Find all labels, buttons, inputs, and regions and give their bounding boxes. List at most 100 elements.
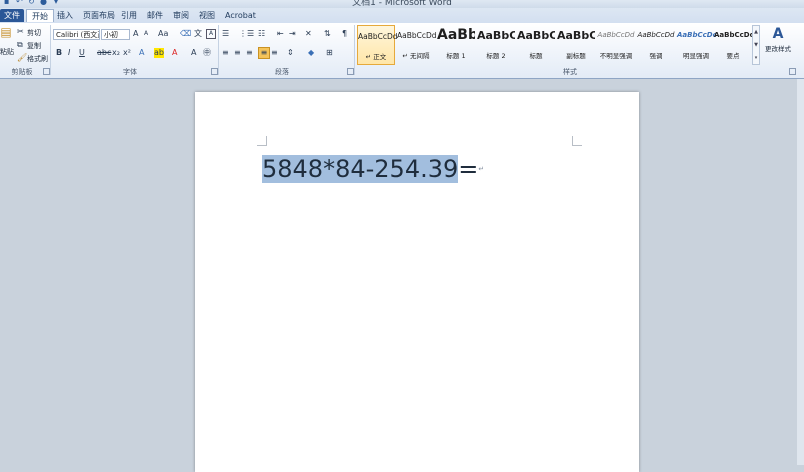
cut-button[interactable]: 剪切 — [27, 28, 41, 38]
style-name: 标题 2 — [486, 52, 506, 60]
shrink-font-icon[interactable]: A — [144, 29, 148, 39]
styles-launcher-icon[interactable] — [789, 68, 796, 75]
style-subtle-emphasis[interactable]: AaBbCcDd 不明显强调 — [597, 25, 635, 65]
format-painter-button[interactable]: 格式刷 — [27, 54, 48, 64]
clipboard-group-label: 剪贴板 — [11, 68, 33, 76]
decrease-indent-icon[interactable]: ⇤ — [277, 29, 284, 39]
document-page[interactable]: 5848*84-254.39=↵ — [195, 92, 639, 472]
style-name: 标题 1 — [446, 52, 466, 60]
paragraph-launcher-icon[interactable] — [347, 68, 354, 75]
superscript-icon[interactable]: x² — [123, 48, 131, 58]
style-name: 强调 — [649, 52, 663, 60]
tab-acrobat[interactable]: Acrobat — [220, 9, 261, 22]
font-size-combo[interactable]: 小初 — [101, 29, 130, 40]
clipboard-launcher-icon[interactable] — [43, 68, 50, 75]
window-title: 文档1 - Microsoft Word — [352, 0, 452, 8]
tab-insert[interactable]: 插入 — [52, 9, 78, 22]
subscript-icon[interactable]: x₂ — [112, 48, 120, 58]
tab-references[interactable]: 引用 — [116, 9, 142, 22]
styles-gallery: AaBbCcDd ↵ 正文 AaBbCcDd ↵ 无间隔 AaBb 标题 1 A… — [357, 25, 754, 65]
chinese-layout-icon[interactable]: ✕ — [305, 29, 312, 39]
underline-icon[interactable]: U — [79, 48, 85, 58]
multilevel-list-icon[interactable]: ☷ — [258, 29, 265, 39]
style-name: 标题 — [529, 52, 543, 60]
bold-icon[interactable]: B — [56, 48, 62, 58]
gallery-up-icon[interactable]: ▲ — [753, 26, 759, 39]
bullets-icon[interactable]: ☰ — [222, 29, 229, 39]
shading-icon[interactable]: ◆ — [308, 48, 314, 58]
style-preview: AaBbC — [557, 29, 595, 42]
cut-icon[interactable]: ✂ — [17, 27, 24, 37]
style-no-spacing[interactable]: AaBbCcDd ↵ 无间隔 — [397, 25, 437, 65]
numbering-icon[interactable]: ⋮☰ — [239, 29, 254, 39]
strikethrough-icon[interactable]: abc — [97, 48, 111, 58]
style-name: 副标题 — [566, 52, 586, 60]
char-shading-icon[interactable]: A — [191, 48, 196, 58]
style-strong[interactable]: AaBbCcDc 要点 — [714, 25, 754, 65]
font-color-icon[interactable]: A — [172, 48, 177, 58]
paste-icon[interactable]: ▤ — [0, 26, 12, 47]
align-center-icon[interactable]: ≡ — [234, 48, 241, 58]
borders-icon[interactable]: ⊞ — [326, 48, 333, 58]
style-emphasis[interactable]: AaBbCcDd 强调 — [637, 25, 675, 65]
style-intense-emphasis[interactable]: AaBbCcDc 明显强调 — [677, 25, 717, 65]
align-right-icon[interactable]: ≡ — [246, 48, 253, 58]
document-workspace: 5848*84-254.39=↵ — [0, 79, 804, 472]
gallery-down-icon[interactable]: ▼ — [753, 39, 759, 52]
tab-page-layout[interactable]: 页面布局 — [78, 9, 120, 22]
ribbon: ▤ 粘贴 ✂ 剪切 ⧉ 复制 🖌 格式刷 剪贴板 Calibri (西文正 小初… — [0, 23, 804, 79]
equals-text[interactable]: = — [458, 155, 478, 183]
distribute-icon[interactable]: ≡ — [271, 48, 278, 58]
copy-button[interactable]: 复制 — [27, 41, 41, 51]
style-title[interactable]: AaBbC 标题 — [517, 25, 555, 65]
tab-view[interactable]: 视图 — [194, 9, 220, 22]
style-name: ↵ 无间隔 — [402, 52, 430, 60]
gallery-more-icon[interactable]: ▾ — [753, 52, 759, 65]
style-heading-2[interactable]: AaBbC 标题 2 — [477, 25, 515, 65]
paste-button[interactable]: 粘贴 — [0, 47, 14, 57]
styles-group-label: 样式 — [563, 68, 577, 76]
style-preview: AaBb — [437, 27, 475, 43]
style-name: 不明显强调 — [599, 52, 633, 60]
phonetic-icon[interactable]: 文 — [194, 29, 202, 39]
align-left-icon[interactable]: ≡ — [222, 48, 229, 58]
style-normal[interactable]: AaBbCcDd ↵ 正文 — [357, 25, 398, 65]
copy-icon[interactable]: ⧉ — [17, 40, 23, 50]
enclose-char-icon[interactable]: ㊥ — [203, 48, 211, 58]
paragraph-group-label: 段落 — [275, 68, 289, 76]
change-styles-button[interactable]: A 更改样式 — [762, 25, 794, 65]
change-case-icon[interactable]: Aa — [158, 29, 168, 39]
show-marks-icon[interactable]: ¶ — [342, 29, 347, 39]
tab-mailings[interactable]: 邮件 — [142, 9, 168, 22]
document-paragraph[interactable]: 5848*84-254.39=↵ — [262, 155, 484, 183]
sort-icon[interactable]: ⇅ — [324, 29, 331, 39]
paragraph-mark: ↵ — [478, 165, 485, 173]
tab-home[interactable]: 开始 — [26, 9, 54, 22]
format-painter-icon[interactable]: 🖌 — [17, 53, 27, 63]
char-border-icon[interactable]: A — [206, 29, 216, 39]
styles-gallery-scroll[interactable]: ▲ ▼ ▾ — [752, 25, 760, 65]
font-name-combo[interactable]: Calibri (西文正 — [53, 29, 100, 40]
selected-text[interactable]: 5848*84-254.39 — [262, 155, 459, 183]
style-preview: AaBbCcDd — [597, 31, 635, 39]
italic-icon[interactable]: I — [68, 48, 70, 58]
style-name: 明显强调 — [683, 52, 709, 60]
font-launcher-icon[interactable] — [211, 68, 218, 75]
tab-file[interactable]: 文件 — [0, 9, 24, 22]
highlight-icon[interactable]: ab — [154, 48, 164, 58]
change-styles-icon: A — [772, 26, 784, 42]
font-group-label: 字体 — [123, 68, 137, 76]
tab-review[interactable]: 审阅 — [168, 9, 194, 22]
group-divider — [50, 25, 51, 75]
style-heading-1[interactable]: AaBb 标题 1 — [437, 25, 475, 65]
line-spacing-icon[interactable]: ⇕ — [287, 48, 294, 58]
style-preview: AaBbCcDc — [714, 31, 754, 39]
vertical-scrollbar[interactable] — [797, 79, 804, 465]
increase-indent-icon[interactable]: ⇥ — [289, 29, 296, 39]
text-effects-icon[interactable]: A — [139, 48, 144, 58]
clear-format-icon[interactable]: ⌫ — [180, 29, 191, 39]
justify-icon[interactable]: ≡ — [258, 47, 270, 59]
group-divider — [354, 25, 355, 75]
grow-font-icon[interactable]: A — [133, 29, 138, 39]
style-subtitle[interactable]: AaBbC 副标题 — [557, 25, 595, 65]
